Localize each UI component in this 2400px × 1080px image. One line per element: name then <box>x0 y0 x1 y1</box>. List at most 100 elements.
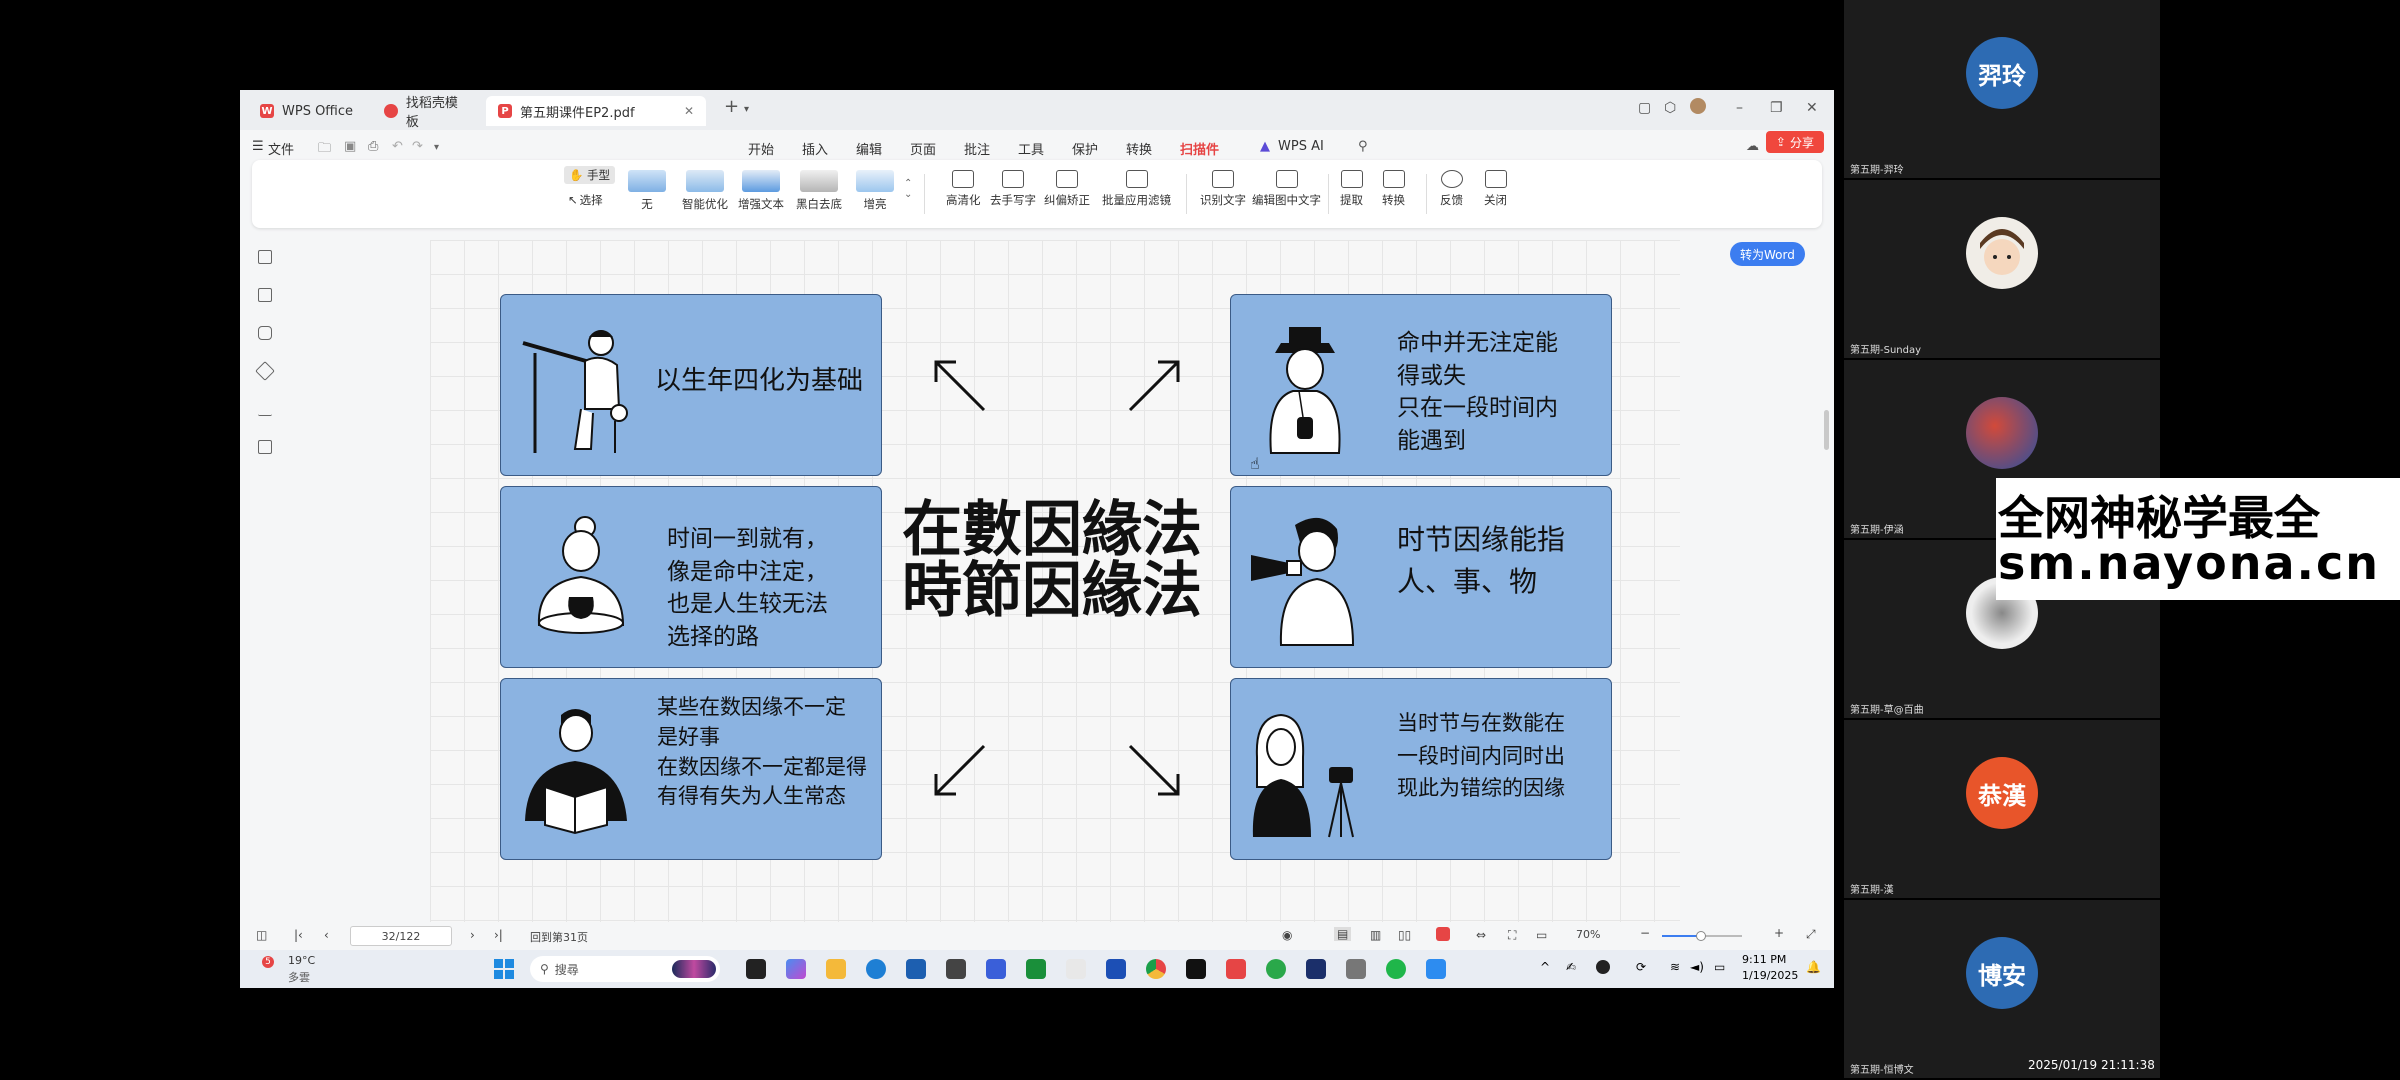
weather-temp[interactable]: 19°C <box>288 954 315 967</box>
menu-edit[interactable]: 编辑 <box>856 139 882 158</box>
next-page-icon[interactable]: › <box>470 928 475 942</box>
menu-convert[interactable]: 转换 <box>1126 139 1152 158</box>
hand-tool-button[interactable]: ✋ 手型 <box>564 166 615 184</box>
menu-protect[interactable]: 保护 <box>1072 139 1098 158</box>
convert-to-word-button[interactable]: 转为Word <box>1730 242 1805 266</box>
close-window-icon[interactable]: ✕ <box>1806 100 1818 116</box>
store-icon[interactable] <box>906 959 926 979</box>
page-number-input[interactable]: 32/122 <box>350 926 452 946</box>
batch-filter-button[interactable]: 批量应用滤镜 <box>1102 170 1171 208</box>
app-dark-icon[interactable] <box>1306 959 1326 979</box>
menu-tools[interactable]: 工具 <box>1018 139 1044 158</box>
edge-icon[interactable] <box>866 959 886 979</box>
single-page-icon[interactable]: ▤ <box>1334 927 1352 941</box>
more-filters-icon[interactable]: ⌃ ⌄ <box>904 178 912 200</box>
bookmark-view-icon[interactable]: ▭ <box>1536 928 1547 942</box>
layers-icon[interactable] <box>258 440 272 454</box>
tray-app-icon[interactable]: ⟳ <box>1636 960 1646 974</box>
save-icon[interactable]: ▣ <box>344 139 356 154</box>
snipping-icon[interactable] <box>1066 959 1086 979</box>
attachment-icon[interactable] <box>255 361 275 381</box>
tab-wps-office[interactable]: W WPS Office <box>248 96 368 126</box>
user-avatar[interactable] <box>1690 98 1706 114</box>
settings-icon[interactable] <box>1346 959 1366 979</box>
zoom-out-icon[interactable]: − <box>1640 926 1650 940</box>
thumbnail-icon[interactable] <box>258 288 272 302</box>
zoom-in-icon[interactable]: + <box>1774 926 1784 940</box>
tab-docer[interactable]: 找稻壳模板 <box>372 96 482 130</box>
wifi-icon[interactable]: ≋ <box>1670 960 1680 974</box>
filter-none[interactable]: 无 <box>628 170 666 212</box>
select-tool-button[interactable]: ↖ 选择 <box>568 192 603 208</box>
fit-page-icon[interactable]: ⛶ <box>1508 928 1516 943</box>
fit-width-icon[interactable]: ⇔ <box>1476 928 1486 942</box>
cube-icon[interactable]: ⬡ <box>1664 100 1676 116</box>
app-cube-icon[interactable] <box>946 959 966 979</box>
xbox-icon[interactable] <box>1026 959 1046 979</box>
feedback-button[interactable]: 反馈 <box>1440 170 1463 208</box>
deskew-button[interactable]: 纠偏矫正 <box>1044 170 1090 208</box>
chevron-down-icon[interactable]: ▾ <box>434 142 439 153</box>
menu-wps-ai[interactable]: WPS AI <box>1278 139 1324 154</box>
windows-start-icon[interactable] <box>494 959 514 979</box>
taskbar-search[interactable]: ⚲ 搜尋 <box>530 956 720 982</box>
zoom-level[interactable]: 70% <box>1576 928 1600 941</box>
menu-page[interactable]: 页面 <box>910 139 936 158</box>
menu-insert[interactable]: 插入 <box>802 139 828 158</box>
extract-button[interactable]: 提取 <box>1340 170 1363 208</box>
comment-icon[interactable] <box>258 326 272 340</box>
clock-time[interactable]: 9:11 PM <box>1742 953 1786 966</box>
chevron-down-icon[interactable]: ▾ <box>744 104 749 115</box>
close-tab-icon[interactable]: ✕ <box>684 104 694 118</box>
tray-app-icon[interactable] <box>1596 960 1610 974</box>
task-view-icon[interactable] <box>746 959 766 979</box>
zoom-meeting-icon[interactable] <box>1426 959 1446 979</box>
open-folder-icon[interactable]: 🗀 <box>318 139 331 161</box>
vertical-scrollbar[interactable] <box>1824 410 1829 450</box>
redo-icon[interactable]: ↷ <box>412 139 423 154</box>
prev-page-icon[interactable]: ‹ <box>324 928 329 942</box>
file-explorer-icon[interactable] <box>826 959 846 979</box>
window-layout-icon[interactable]: ▢ <box>1638 100 1651 116</box>
filter-brighten[interactable]: 增亮 <box>856 170 894 212</box>
chrome-icon[interactable] <box>1146 959 1166 979</box>
edit-image-text-button[interactable]: 编辑图中文字 <box>1252 170 1321 208</box>
participant-tile[interactable]: 第五期-Sunday <box>1844 180 2160 358</box>
file-menu[interactable]: 文件 <box>268 139 294 158</box>
menu-home[interactable]: 开始 <box>748 139 774 158</box>
wps-taskbar-icon[interactable] <box>1226 959 1246 979</box>
wechat-icon[interactable] <box>1266 959 1286 979</box>
capcut-icon[interactable] <box>1186 959 1206 979</box>
participant-tile[interactable]: 博安 第五期-恒博文 <box>1844 900 2160 1078</box>
new-tab-icon[interactable]: + <box>724 96 739 117</box>
volume-icon[interactable]: ◄) <box>1690 960 1704 974</box>
clock-date[interactable]: 1/19/2025 <box>1742 969 1798 982</box>
app-notes-icon[interactable] <box>986 959 1006 979</box>
participant-tile[interactable]: 恭漢 第五期-漢 <box>1844 720 2160 898</box>
restore-icon[interactable]: ❐ <box>1770 100 1783 116</box>
battery-icon[interactable]: ▭ <box>1714 960 1725 974</box>
fullscreen-icon[interactable]: ⤢ <box>1806 927 1816 942</box>
minimize-icon[interactable]: – <box>1736 100 1743 116</box>
two-page-icon[interactable]: ▯▯ <box>1398 928 1411 942</box>
tray-app-icon[interactable]: ✍ <box>1566 960 1576 974</box>
signature-icon[interactable] <box>258 402 272 416</box>
undo-icon[interactable]: ↶ <box>392 139 403 154</box>
print-icon[interactable]: ⎙ <box>368 139 378 154</box>
close-scan-button[interactable]: 关闭 <box>1484 170 1507 208</box>
hamburger-icon[interactable]: ☰ <box>252 139 264 154</box>
hd-button[interactable]: 高清化 <box>946 170 981 208</box>
notification-icon[interactable]: 🔔 <box>1806 960 1821 974</box>
participant-tile[interactable]: 羿玲 第五期-羿玲 <box>1844 0 2160 178</box>
menu-annotate[interactable]: 批注 <box>964 139 990 158</box>
filter-smart-optimize[interactable]: 智能优化 <box>682 170 728 212</box>
bookmark-icon[interactable] <box>258 250 272 264</box>
line-icon[interactable] <box>1386 959 1406 979</box>
convert-button[interactable]: 转换 <box>1382 170 1405 208</box>
copilot-icon[interactable] <box>786 959 806 979</box>
continuous-icon[interactable]: ▥ <box>1370 928 1381 942</box>
cloud-sync-icon[interactable]: ☁ <box>1746 139 1759 154</box>
tab-pdf-document[interactable]: P 第五期课件EP2.pdf ✕ <box>486 96 706 126</box>
ocr-button[interactable]: 识别文字 <box>1200 170 1246 208</box>
back-to-page-link[interactable]: 回到第31页 <box>530 929 588 945</box>
